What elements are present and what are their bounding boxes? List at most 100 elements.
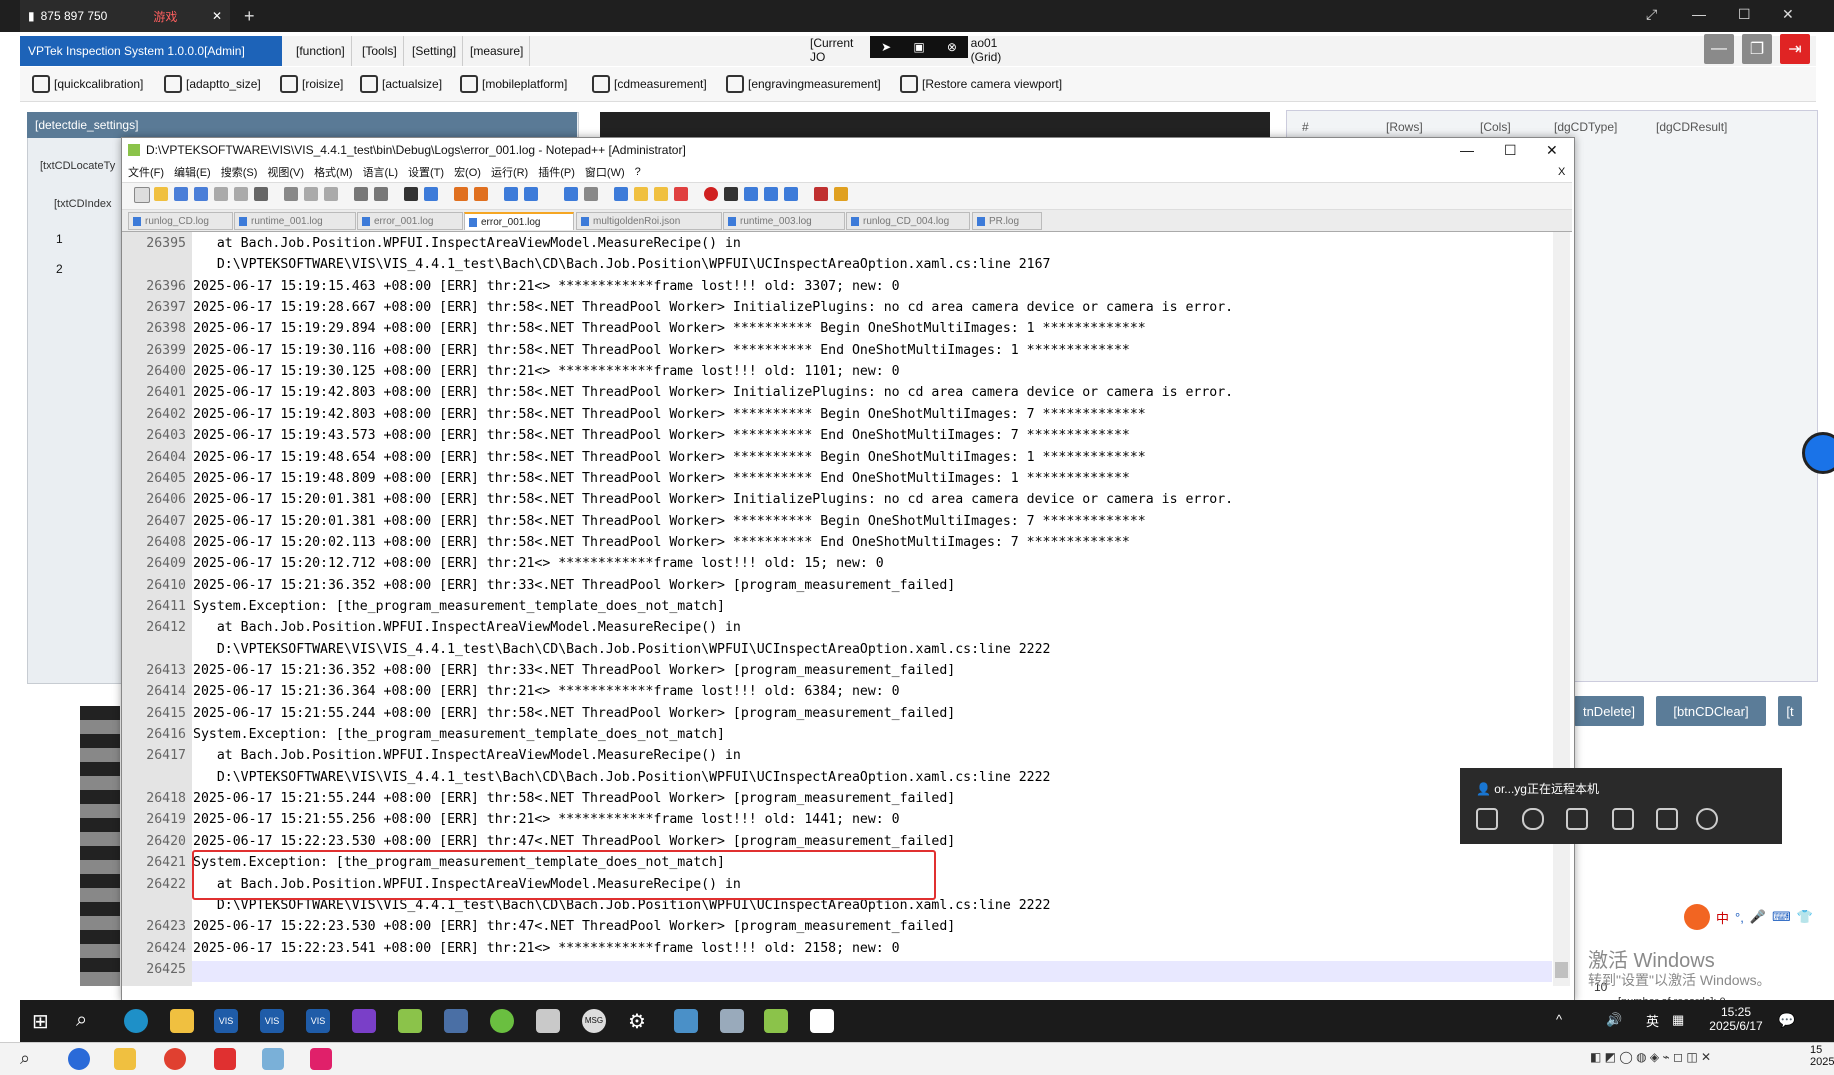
log-line-text[interactable]: 2025-06-17 15:21:36.352 +08:00 [ERR] thr…: [193, 660, 955, 681]
log-line-text[interactable]: 2025-06-17 15:20:02.113 +08:00 [ERR] thr…: [193, 532, 1130, 553]
start-icon[interactable]: ⊞: [32, 1009, 56, 1033]
tab-close-icon[interactable]: ✕: [212, 9, 222, 23]
network-app-icon[interactable]: [720, 1009, 744, 1033]
log-line-text[interactable]: 2025-06-17 15:22:23.530 +08:00 [ERR] thr…: [193, 831, 955, 852]
npp-menu-help[interactable]: ?: [635, 166, 641, 178]
cd-clear-button[interactable]: [btnCDClear]: [1656, 696, 1766, 726]
save-macro-icon[interactable]: [784, 187, 798, 201]
word-wrap-icon[interactable]: [564, 187, 578, 201]
log-line-text[interactable]: 2025-06-17 15:21:36.364 +08:00 [ERR] thr…: [193, 681, 900, 702]
local-explorer-icon[interactable]: [114, 1048, 136, 1070]
log-line-text[interactable]: 2025-06-17 15:21:36.352 +08:00 [ERR] thr…: [193, 575, 955, 596]
adaptto-size-button[interactable]: [adaptto_size]: [164, 72, 261, 96]
close-file-icon[interactable]: [214, 187, 228, 201]
npp-menu-view[interactable]: 视图(V): [267, 164, 304, 180]
visual-studio-icon[interactable]: [352, 1009, 376, 1033]
calendar-icon[interactable]: ▦: [1672, 1012, 1684, 1028]
record-macro-icon[interactable]: [704, 187, 718, 201]
tab-pr-log[interactable]: PR.log: [972, 212, 1042, 230]
save-icon[interactable]: [174, 187, 188, 201]
menu-setting[interactable]: [Setting]: [406, 36, 464, 66]
print-icon[interactable]: [254, 187, 268, 201]
show-symbols-icon[interactable]: [584, 187, 598, 201]
npp-menu-search[interactable]: 搜索(S): [221, 164, 258, 180]
window-app-icon[interactable]: [810, 1009, 834, 1033]
find-icon[interactable]: [404, 187, 418, 201]
log-line-text[interactable]: 2025-06-17 15:19:42.803 +08:00 [ERR] thr…: [193, 404, 1146, 425]
log-line-text[interactable]: at Bach.Job.Position.WPFUI.InspectAreaVi…: [193, 233, 741, 254]
log-line-text[interactable]: 2025-06-17 15:19:48.654 +08:00 [ERR] thr…: [193, 447, 1146, 468]
spellcheck-icon[interactable]: [814, 187, 828, 201]
log-line-text[interactable]: 2025-06-17 15:19:43.573 +08:00 [ERR] thr…: [193, 425, 1130, 446]
folder-icon[interactable]: [634, 187, 648, 201]
mobileplatform-button[interactable]: [mobileplatform]: [460, 72, 567, 96]
drive-app-icon[interactable]: [444, 1009, 468, 1033]
doc-map-icon[interactable]: [654, 187, 668, 201]
indent-guide-icon[interactable]: [614, 187, 628, 201]
local-clock[interactable]: 15 2025: [1810, 1044, 1834, 1068]
menu-tools[interactable]: [Tools]: [356, 36, 404, 66]
log-line-text[interactable]: 2025-06-17 15:22:23.541 +08:00 [ERR] thr…: [193, 938, 900, 959]
undo-icon[interactable]: [354, 187, 368, 201]
panel-expand-icon[interactable]: »: [1792, 796, 1802, 817]
microphone-icon[interactable]: [1522, 808, 1544, 830]
local-tray-icons[interactable]: ◧ ◩ ◯ ◍ ◈ ⌁ ◻ ◫ ✕: [1590, 1050, 1711, 1064]
function-list-icon[interactable]: [674, 187, 688, 201]
sogou-logo-icon[interactable]: [1684, 904, 1710, 930]
play-macro-icon[interactable]: [744, 187, 758, 201]
vis-app-icon-2[interactable]: VIS: [260, 1009, 284, 1033]
paste-icon[interactable]: [324, 187, 338, 201]
explorer-icon[interactable]: [170, 1009, 194, 1033]
row-index-1[interactable]: 1: [56, 232, 63, 246]
tab-runlog-cd[interactable]: runlog_CD.log: [128, 212, 233, 230]
npp-menu-settings[interactable]: 设置(T): [408, 164, 444, 180]
text-icon[interactable]: [1612, 808, 1634, 830]
notepadpp-taskbar-icon[interactable]: [764, 1009, 788, 1033]
scrollbar-thumb[interactable]: [1555, 962, 1568, 978]
tab-error-001-active[interactable]: error_001.log: [464, 212, 574, 230]
vis-app-icon-1[interactable]: VIS: [214, 1009, 238, 1033]
npp-menu-macro[interactable]: 宏(O): [454, 164, 481, 180]
wps-icon[interactable]: [214, 1048, 236, 1070]
usb-app-icon[interactable]: [536, 1009, 560, 1033]
cut-icon[interactable]: [284, 187, 298, 201]
log-line-text[interactable]: 2025-06-17 15:19:29.894 +08:00 [ERR] thr…: [193, 318, 1146, 339]
editor-vertical-scrollbar[interactable]: [1553, 232, 1570, 986]
volume-icon[interactable]: 🔊: [1606, 1012, 1622, 1028]
search-icon[interactable]: ⌕: [76, 1009, 100, 1033]
tool-app-icon[interactable]: [398, 1009, 422, 1033]
green-app-icon[interactable]: [490, 1009, 514, 1033]
delete-button[interactable]: tnDelete]: [1574, 696, 1644, 726]
actualsize-button[interactable]: [actualsize]: [360, 72, 442, 96]
local-app-icon-1[interactable]: [68, 1048, 90, 1070]
game-label[interactable]: 游戏: [153, 8, 177, 25]
local-app-icon-3[interactable]: [310, 1048, 332, 1070]
ime-punct-icon[interactable]: °,: [1735, 910, 1744, 925]
local-app-icon-2[interactable]: [262, 1048, 284, 1070]
ime-keyboard-icon[interactable]: ⌨: [1772, 909, 1791, 925]
sync-scroll-icon[interactable]: [504, 187, 518, 201]
npp-doc-close[interactable]: X: [1558, 166, 1565, 178]
tab-runtime-003[interactable]: runtime_003.log: [723, 212, 845, 230]
screen-icon[interactable]: ▣: [913, 40, 924, 54]
remote-session-tab[interactable]: ▮ 875 897 750 游戏 ✕: [20, 0, 230, 32]
msg-app-icon[interactable]: MSG: [582, 1009, 606, 1033]
menu-measure[interactable]: [measure]: [464, 36, 531, 66]
overlay-close-icon[interactable]: ⊗: [947, 40, 957, 54]
extra-button[interactable]: [t: [1778, 696, 1802, 726]
tab-error-001-a[interactable]: error_001.log: [357, 212, 463, 230]
log-line-text[interactable]: 2025-06-17 15:20:01.381 +08:00 [ERR] thr…: [193, 489, 1233, 510]
log-line-text[interactable]: 2025-06-17 15:19:15.463 +08:00 [ERR] thr…: [193, 276, 900, 297]
menu-function[interactable]: [function]: [290, 36, 352, 66]
cdmeasurement-button[interactable]: [cdmeasurement]: [592, 72, 707, 96]
minimize-icon[interactable]: —: [1692, 6, 1706, 22]
log-line-text[interactable]: 2025-06-17 15:19:48.809 +08:00 [ERR] thr…: [193, 468, 1130, 489]
ime-mode-indicator[interactable]: 英: [1646, 1011, 1659, 1030]
remote-clock[interactable]: 15:25 2025/6/17: [1696, 1005, 1776, 1033]
replace-icon[interactable]: [424, 187, 438, 201]
local-search-icon[interactable]: ⌕: [20, 1048, 42, 1070]
close-icon[interactable]: ✕: [1782, 6, 1794, 23]
log-line-text[interactable]: System.Exception: [the_program_measureme…: [193, 724, 725, 745]
npp-menu-edit[interactable]: 编辑(E): [174, 164, 211, 180]
tab-multigoldenroi[interactable]: multigoldenRoi.json: [576, 212, 722, 230]
